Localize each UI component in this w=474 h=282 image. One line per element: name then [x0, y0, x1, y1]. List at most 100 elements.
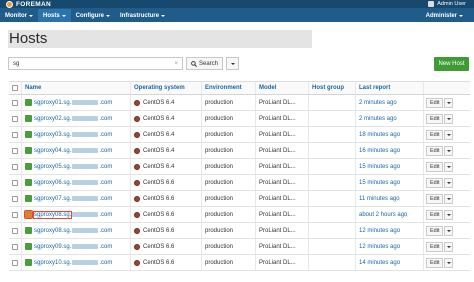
edit-button[interactable]: Edit	[426, 161, 444, 172]
search-input[interactable]: sg ×	[8, 57, 183, 70]
host-link[interactable]: sgproxy08.sg.	[32, 210, 73, 219]
actions-dropdown[interactable]	[444, 97, 454, 108]
row-checkbox[interactable]	[12, 99, 18, 106]
edit-button[interactable]: Edit	[426, 113, 444, 124]
last-report-link[interactable]: 2 minutes ago	[359, 100, 397, 106]
last-report-link[interactable]: 12 minutes ago	[359, 228, 400, 234]
last-report-link[interactable]: 2 minutes ago	[359, 116, 397, 122]
os-label: CentOS 6.4	[143, 163, 175, 170]
os-cell: CentOS 6.6	[131, 175, 202, 190]
host-link[interactable]: sgproxy01.sg.	[34, 100, 71, 106]
actions-dropdown[interactable]	[444, 129, 454, 140]
edit-button[interactable]: Edit	[426, 145, 444, 156]
user-menu[interactable]: Admin User	[428, 0, 466, 8]
host-name-suffix[interactable]: .com	[99, 196, 112, 202]
header-last-report[interactable]: Last report	[356, 82, 424, 94]
host-status-icon	[25, 115, 32, 122]
model-cell: ProLiant DL...	[256, 95, 309, 110]
edit-button[interactable]: Edit	[426, 97, 444, 108]
actions-dropdown[interactable]	[444, 257, 454, 268]
new-host-button[interactable]: New Host	[434, 57, 469, 71]
row-checkbox[interactable]	[12, 211, 18, 218]
search-button[interactable]: Search	[186, 57, 224, 70]
clear-search-icon[interactable]: ×	[174, 61, 178, 67]
last-report-link[interactable]: 18 minutes ago	[359, 132, 400, 138]
row-checkbox[interactable]	[12, 147, 18, 154]
host-link[interactable]: sgproxy07.sg.	[34, 196, 71, 202]
row-checkbox[interactable]	[12, 163, 18, 170]
host-link[interactable]: sgproxy10.sg.	[34, 260, 71, 266]
edit-button[interactable]: Edit	[426, 209, 444, 220]
host-link[interactable]: sgproxy09.sg.	[34, 244, 71, 250]
row-select-cell	[9, 239, 22, 254]
row-checkbox[interactable]	[12, 243, 18, 250]
host-name-suffix[interactable]: .com	[99, 116, 112, 122]
actions-dropdown[interactable]	[444, 177, 454, 188]
last-report-link[interactable]: 16 minutes ago	[359, 148, 400, 154]
actions-dropdown[interactable]	[444, 113, 454, 124]
host-link[interactable]: sgproxy05.sg.	[34, 164, 71, 170]
actions-dropdown[interactable]	[444, 241, 454, 252]
header-environment[interactable]: Environment	[202, 82, 256, 94]
last-report-link[interactable]: 11 minutes ago	[359, 196, 400, 202]
row-checkbox[interactable]	[12, 179, 18, 186]
actions-cell: Edit	[424, 175, 470, 190]
model-cell: ProLiant DL...	[256, 143, 309, 158]
last-report-link[interactable]: 12 minutes ago	[359, 244, 400, 250]
header-os[interactable]: Operating system	[131, 82, 202, 94]
edit-button[interactable]: Edit	[426, 241, 444, 252]
nav-monitor[interactable]: Monitor	[0, 9, 38, 22]
host-name-suffix[interactable]: .com	[99, 244, 112, 250]
last-report-link[interactable]: 14 minutes ago	[359, 260, 400, 266]
host-name-suffix[interactable]: .com	[99, 164, 112, 170]
last-report-link[interactable]: 15 minutes ago	[359, 164, 400, 170]
header-hostgroup[interactable]: Host group	[309, 82, 356, 94]
last-report-link[interactable]: 15 minutes ago	[359, 180, 400, 186]
header-model[interactable]: Model	[256, 82, 309, 94]
last-report-link[interactable]: about 2 hours ago	[359, 212, 407, 218]
host-link[interactable]: sgproxy06.sg.	[34, 180, 71, 186]
host-link[interactable]: sgproxy02.sg.	[34, 116, 71, 122]
host-name-suffix[interactable]: .com	[99, 260, 112, 266]
actions-dropdown[interactable]	[444, 145, 454, 156]
host-name-suffix[interactable]: .com	[99, 228, 112, 234]
actions-dropdown[interactable]	[444, 193, 454, 204]
row-checkbox[interactable]	[12, 131, 18, 138]
host-name-suffix[interactable]: .com	[99, 180, 112, 186]
host-link[interactable]: sgproxy08.sg.	[34, 228, 71, 234]
edit-button[interactable]: Edit	[426, 257, 444, 268]
nav-administer[interactable]: Administer	[421, 9, 468, 22]
nav-configure[interactable]: Configure	[71, 9, 115, 22]
nav-infrastructure[interactable]: Infrastructure	[115, 9, 170, 22]
edit-button[interactable]: Edit	[426, 193, 444, 204]
user-avatar-icon	[428, 1, 435, 7]
host-status-icon	[25, 259, 32, 266]
host-name-suffix[interactable]: .com	[99, 100, 112, 106]
brand[interactable]: FOREMAN	[6, 0, 51, 8]
row-checkbox[interactable]	[12, 259, 18, 266]
nav-hosts[interactable]: Hosts	[38, 9, 71, 22]
row-checkbox[interactable]	[12, 115, 18, 122]
host-name-suffix[interactable]: .com	[99, 212, 112, 218]
os-cell: CentOS 6.6	[131, 255, 202, 270]
actions-dropdown[interactable]	[444, 209, 454, 220]
host-link[interactable]: sgproxy04.sg.	[34, 148, 71, 154]
hostgroup-cell	[309, 255, 356, 270]
host-name-suffix[interactable]: .com	[99, 132, 112, 138]
select-all-checkbox[interactable]	[12, 85, 18, 91]
host-name-cell: sgproxy06.sg. .com	[22, 175, 131, 190]
row-checkbox[interactable]	[12, 195, 18, 202]
row-checkbox[interactable]	[12, 227, 18, 234]
host-name-prefix: sgproxy03.sg.	[34, 131, 72, 138]
header-name[interactable]: Name	[22, 82, 131, 94]
edit-button[interactable]: Edit	[426, 225, 444, 236]
os-label: CentOS 6.6	[143, 259, 175, 266]
bookmarks-dropdown[interactable]	[226, 57, 240, 70]
edit-button[interactable]: Edit	[426, 177, 444, 188]
host-name-suffix[interactable]: .com	[99, 148, 112, 154]
edit-button[interactable]: Edit	[426, 129, 444, 140]
centos-icon	[134, 99, 140, 106]
host-link[interactable]: sgproxy03.sg.	[34, 132, 71, 138]
actions-dropdown[interactable]	[444, 161, 454, 172]
actions-dropdown[interactable]	[444, 225, 454, 236]
